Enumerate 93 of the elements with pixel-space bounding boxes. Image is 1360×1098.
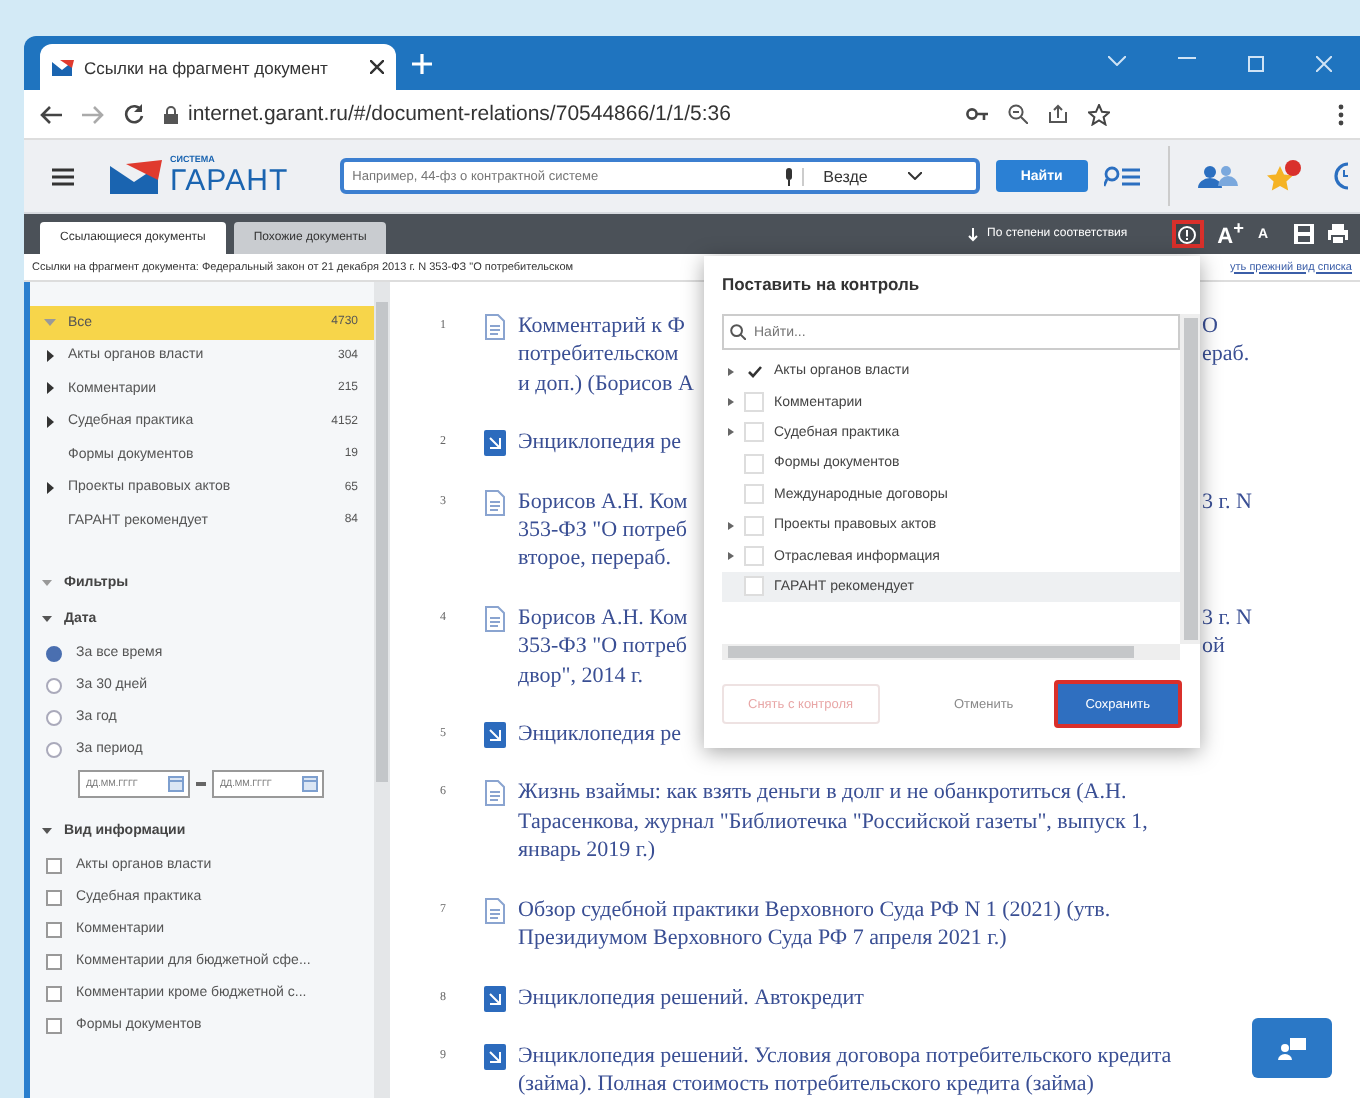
caret-right-icon[interactable]	[728, 398, 734, 407]
arrow-down-icon	[967, 227, 978, 241]
zoom-icon[interactable]	[1008, 104, 1028, 124]
info-icon	[1178, 225, 1197, 243]
document-link[interactable]: ераб.	[1202, 340, 1250, 370]
document-link[interactable]: О	[1202, 312, 1218, 341]
maximize-icon[interactable]	[1248, 55, 1264, 71]
document-link[interactable]: потребительском	[518, 340, 694, 370]
bookmark-star-icon[interactable]	[1088, 103, 1110, 125]
chevron-down-icon[interactable]	[1108, 55, 1126, 65]
document-link[interactable]: 353-ФЗ "О потреб	[518, 632, 694, 662]
caret-right-icon[interactable]	[728, 367, 734, 376]
document-link[interactable]: Энциклопедия ре	[518, 428, 694, 458]
print-icon[interactable]	[1328, 224, 1348, 244]
microphone-icon[interactable]	[783, 167, 794, 185]
document-link[interactable]: Обзор судебной практики Верховного Суда РФ N 1 (2021) (утв. Президиумом Верховного Суда РФ 7 апреля 2021 г.)	[518, 895, 1178, 953]
document-icon	[484, 605, 506, 632]
document-link[interactable]: Энциклопедия решений. Условия договора потребительского кредита (займа). Полная стоимость потребительского кредита (займа)	[518, 1041, 1178, 1098]
share-icon[interactable]	[1048, 104, 1068, 124]
calendar-icon[interactable]	[302, 775, 318, 791]
garant-logo-icon	[52, 59, 74, 75]
document-link[interactable]: 3 г. N	[1202, 487, 1252, 517]
document-link[interactable]: Борисов А.Н. Ком	[518, 487, 694, 517]
menu-dots-icon[interactable]	[1338, 103, 1344, 125]
browser-tab[interactable]: Ссылки на фрагмент документ	[40, 44, 396, 90]
garant-logo-icon	[110, 159, 162, 193]
close-icon[interactable]	[370, 60, 384, 74]
document-link[interactable]: 353-ФЗ "О потреб	[518, 516, 694, 545]
document-link[interactable]: и доп.) (Борисов А	[518, 369, 694, 399]
document-link[interactable]: Комментарий к Ф	[518, 312, 694, 341]
search-list-icon[interactable]	[1104, 165, 1140, 187]
document-icon	[484, 489, 506, 516]
document-link[interactable]: Энциклопедия ре	[518, 720, 694, 749]
lock-icon	[164, 105, 178, 123]
radio-button[interactable]	[46, 677, 62, 693]
document-link[interactable]: 3 г. N	[1202, 603, 1252, 633]
chevron-down-icon	[907, 172, 922, 180]
document-link[interactable]: второе, перераб.	[518, 544, 694, 574]
caret-right-icon[interactable]	[43, 481, 55, 494]
url-text[interactable]: internet.garant.ru/#/document-relations/70544866/1/1/5:36	[188, 102, 731, 126]
caret-right-icon[interactable]	[728, 552, 734, 561]
search-icon	[730, 324, 746, 340]
tab-title: Ссылки на фрагмент документ	[84, 57, 330, 77]
save-icon[interactable]	[1294, 224, 1314, 244]
reload-icon[interactable]	[124, 104, 144, 124]
minimize-icon[interactable]	[1178, 55, 1196, 59]
caret-right-icon[interactable]	[43, 415, 55, 428]
checkbox[interactable]	[46, 985, 62, 1001]
dialog-title: Поставить на контроль	[722, 274, 922, 298]
caret-right-icon[interactable]	[728, 428, 734, 437]
horizontal-scrollbar[interactable]	[722, 644, 1180, 660]
caret-down-icon[interactable]	[42, 828, 52, 834]
radio-button[interactable]	[46, 741, 62, 757]
book-icon	[484, 1043, 506, 1070]
document-icon	[484, 314, 506, 340]
book-icon	[484, 985, 506, 1011]
calendar-icon[interactable]	[168, 775, 184, 791]
new-tab-icon[interactable]	[412, 53, 432, 73]
document-link[interactable]: Энциклопедия решений. Автокредит	[518, 983, 1178, 1012]
book-icon	[484, 722, 506, 749]
caret-down-icon[interactable]	[42, 616, 52, 622]
people-icon[interactable]	[1198, 164, 1238, 188]
forward-arrow-icon[interactable]	[82, 105, 104, 123]
document-link[interactable]: Жизнь взаймы: как взять деньги в долг и не обанкротиться (А.Н. Тарасенкова, журнал "Библиотечка "Российской газеты", выпуск 1, январь 2019 г.)	[518, 778, 1178, 866]
radio-button[interactable]	[46, 709, 62, 725]
document-icon	[484, 897, 506, 924]
caret-right-icon[interactable]	[43, 349, 55, 362]
history-icon[interactable]	[1330, 162, 1348, 190]
book-icon	[484, 430, 506, 457]
caret-right-icon[interactable]	[728, 521, 734, 530]
checkbox[interactable]	[46, 953, 62, 969]
chat-people-icon	[1278, 1037, 1306, 1059]
menu-icon[interactable]	[52, 167, 74, 185]
checkbox[interactable]	[46, 1017, 62, 1033]
document-link[interactable]: Борисов А.Н. Ком	[518, 603, 694, 633]
caret-right-icon[interactable]	[43, 382, 55, 395]
logo-text: ГАРАНТ	[170, 165, 289, 196]
document-link[interactable]: двор", 2014 г.	[518, 661, 694, 691]
document-link[interactable]: ой	[1202, 632, 1225, 662]
scope-dropdown[interactable]: Везде	[801, 167, 968, 185]
back-arrow-icon[interactable]	[40, 105, 62, 123]
vertical-scrollbar[interactable]	[1180, 314, 1200, 644]
font-increase-button[interactable]: A$^{+}$	[1217, 218, 1244, 250]
chat-button[interactable]	[1252, 1018, 1332, 1078]
key-icon[interactable]	[966, 108, 988, 120]
star-badge-icon[interactable]	[1266, 159, 1302, 193]
checkbox[interactable]	[46, 857, 62, 873]
checkbox[interactable]	[46, 889, 62, 905]
info-button[interactable]	[1171, 220, 1204, 248]
checkbox[interactable]	[46, 921, 62, 937]
radio-button[interactable]	[46, 645, 62, 661]
document-icon	[484, 780, 506, 807]
scrollbar[interactable]	[374, 282, 390, 1098]
